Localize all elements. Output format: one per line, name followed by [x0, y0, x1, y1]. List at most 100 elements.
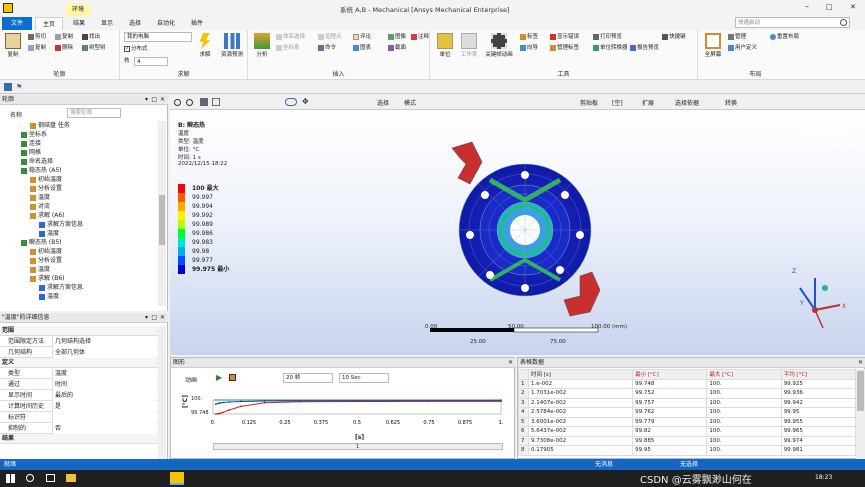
tree-item[interactable]: 求解 (B6) — [30, 274, 65, 283]
ansys-taskbar-icon[interactable] — [170, 472, 184, 485]
table-row[interactable]: 7 9.7308e-002 99.885 100. 99.974 — [518, 435, 857, 446]
tab-home[interactable]: 主页 — [35, 17, 63, 30]
details-value[interactable]: 否 — [52, 423, 156, 434]
search-icon[interactable] — [26, 474, 34, 482]
table-column-header[interactable]: 最大 [°C] — [706, 369, 782, 380]
mode-dropdown[interactable]: 模式 — [404, 98, 416, 107]
delete-button[interactable]: 删除 — [55, 44, 73, 53]
details-value[interactable] — [52, 412, 156, 423]
task-view-icon[interactable] — [46, 474, 55, 482]
tab-display[interactable]: 显示 — [94, 17, 120, 30]
details-value[interactable]: 是 — [52, 401, 156, 412]
tree-item[interactable]: 温度 — [39, 229, 59, 238]
cube-icon[interactable] — [200, 98, 208, 106]
table-row[interactable]: 4 2.5784e-002 99.762 100. 99.95 — [518, 407, 857, 418]
chart-button[interactable]: 图表 — [353, 44, 371, 53]
graph-timeline[interactable]: 1 — [213, 443, 503, 450]
table-row[interactable]: 1 1.e-002 99.748 100. 99.925 — [518, 378, 857, 389]
distributed-checkbox[interactable]: ✓ 分布式 — [124, 45, 148, 54]
tab-file[interactable]: 文件 — [2, 17, 32, 30]
zoom-icon[interactable] — [174, 99, 181, 106]
status-messages[interactable]: 无消息 — [595, 459, 613, 470]
table-row[interactable]: 5 3.6001e-002 99.779 100. 99.955 — [518, 416, 857, 427]
tree-item[interactable]: 求解方案信息 — [39, 220, 83, 229]
tree-item[interactable]: 温度 — [30, 193, 50, 202]
quick-launch-input[interactable]: 快速启动 — [735, 17, 850, 28]
annotation-button[interactable]: 注释 — [411, 33, 429, 42]
tab-automation[interactable]: 自动化 — [150, 17, 182, 30]
tree-item[interactable]: 温度 — [39, 292, 59, 301]
tab-results[interactable]: 结果 — [66, 17, 92, 30]
tree-item[interactable]: 求解 (A6) — [30, 211, 65, 220]
tree-button[interactable]: 树型树 — [82, 44, 106, 53]
close-button[interactable]: ✕ — [846, 3, 860, 13]
select-label[interactable]: 选择 — [377, 98, 389, 107]
details-value[interactable]: 全部几何体 — [52, 347, 156, 358]
tree-item[interactable]: 钢结盘 任务 — [30, 121, 70, 130]
pin-icon[interactable]: ▾ — [145, 313, 148, 323]
display-errors-button[interactable]: 显示错误 — [550, 33, 579, 42]
cores-input[interactable]: 4 — [134, 57, 168, 66]
copy-button[interactable]: 复制 — [28, 44, 46, 53]
details-row[interactable]: 计算时间历史是 — [0, 401, 160, 412]
details-section-header[interactable]: 定义 — [0, 358, 160, 368]
close-icon[interactable]: ✕ — [160, 95, 165, 105]
manage-button[interactable]: 管理 — [728, 33, 746, 42]
reset-layout-button[interactable]: 重置布局 — [770, 33, 799, 42]
user-defined-button[interactable]: 用户定义 — [728, 44, 757, 53]
table-row[interactable]: 2 1.7031e-002 99.752 100. 99.936 — [518, 388, 857, 399]
tree-item[interactable]: 对流 — [30, 202, 50, 211]
report-preview-button[interactable]: 报告预览 — [630, 44, 659, 53]
zoom-out-icon[interactable] — [186, 99, 193, 106]
solve-button[interactable]: 求解 — [195, 33, 215, 58]
details-row[interactable]: 标识符 — [0, 412, 160, 423]
tree-item[interactable]: 连接 — [21, 139, 41, 148]
tab-addins[interactable]: 插件 — [184, 17, 210, 30]
outline-scroll-thumb[interactable] — [159, 195, 165, 245]
remote-point-button[interactable]: 远程点 — [318, 33, 342, 42]
comment-button[interactable]: 评论 — [353, 33, 371, 42]
clipboard-dropdown[interactable]: 剪贴板 — [580, 98, 598, 107]
tree-item[interactable]: 温度 — [30, 265, 50, 274]
convert-dropdown[interactable]: 转换 — [725, 98, 737, 107]
tree-item[interactable]: 瞬态热 (B5) — [21, 238, 62, 247]
tree-item[interactable]: 初始温度 — [30, 175, 62, 184]
tree-item[interactable]: 分析设置 — [30, 184, 62, 193]
details-section-header[interactable]: 范围 — [0, 326, 160, 336]
details-row[interactable]: 抑制的 否 — [0, 423, 160, 434]
tree-item[interactable]: 命名选择 — [21, 157, 53, 166]
tab-selection[interactable]: 选择 — [122, 17, 148, 30]
details-row[interactable]: 类型 温度 — [0, 368, 160, 379]
wireframe-icon[interactable] — [212, 98, 220, 106]
table-scroll-thumb[interactable] — [857, 371, 864, 411]
table-row[interactable]: 6 5.6437e-002 99.82 100. 99.965 — [518, 426, 857, 437]
tree-item[interactable]: 稳态热 (A5) — [21, 166, 62, 175]
details-value[interactable]: 时间 — [52, 379, 156, 390]
table-column-header[interactable]: 平均 [°C] — [780, 369, 857, 380]
find-button[interactable]: 找出 — [82, 33, 100, 42]
windows-start-icon[interactable] — [6, 474, 15, 483]
table-row[interactable]: 3 2.1407e-002 99.757 100. 99.942 — [518, 397, 857, 408]
pin-icon[interactable]: ▾ — [145, 95, 148, 105]
outline-search-input[interactable]: 搜索轮廓 — [67, 108, 121, 118]
tree-item[interactable]: 分析设置 — [30, 256, 62, 265]
pin-icon[interactable]: ⚑ — [16, 83, 24, 91]
context-tab-label[interactable]: 环境 — [66, 4, 90, 16]
resource-prediction-button[interactable]: 资源预测 — [218, 33, 246, 58]
maximize-button[interactable]: □ — [822, 3, 836, 13]
tree-item[interactable]: 网格 — [21, 148, 41, 157]
manage-tags-button[interactable]: 管理标签 — [550, 44, 579, 53]
wizard-button[interactable]: 向导 — [520, 44, 538, 53]
cut-button[interactable]: 剪切 — [28, 33, 46, 42]
full-screen-button[interactable]: 全屏幕 — [702, 33, 724, 58]
named-selection-button[interactable]: 命名选择 — [276, 33, 305, 42]
model-view[interactable] — [430, 140, 620, 320]
worksheet-button[interactable]: 工作表 — [458, 33, 480, 58]
tree-item[interactable]: 初始温度 — [30, 247, 62, 256]
details-row[interactable]: 范围限定方法 几何结构选择 — [0, 336, 160, 347]
maximize-icon[interactable]: □ — [151, 313, 157, 323]
solve-config-select[interactable]: 我的电脑 — [124, 32, 192, 42]
print-preview-button[interactable]: 打印预览 — [593, 33, 622, 42]
outline-scrollbar[interactable] — [158, 121, 166, 306]
tree-item[interactable]: 坐标系 — [21, 130, 47, 139]
